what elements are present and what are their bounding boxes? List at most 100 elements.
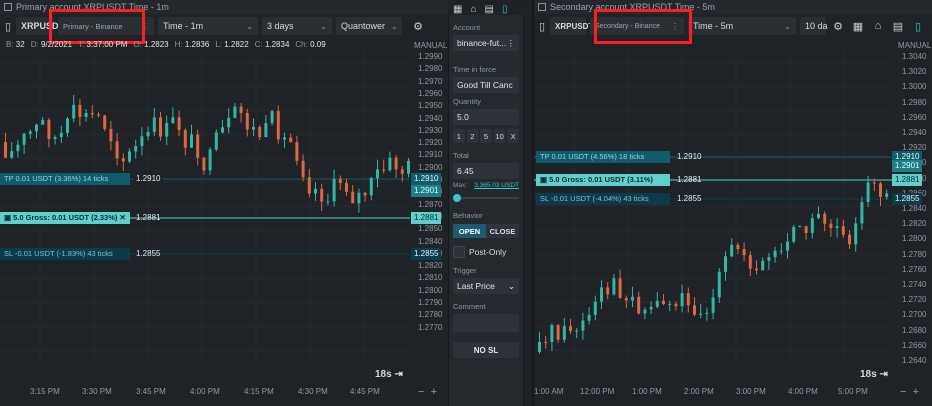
quantity-slider[interactable] [453,193,519,203]
candle-body [854,223,858,245]
qty-preset-5[interactable]: 5 [480,129,492,143]
candle-body [357,192,361,204]
chart-type-icon[interactable]: ▤ [890,18,906,34]
right-sl-order-price: 1.2855 [677,194,702,203]
candle-body [53,137,57,139]
price-tick-label: 1.2870 [418,199,443,209]
candle-body [587,314,591,321]
candle-body [779,250,783,252]
grid-icon[interactable]: ▦ [453,4,462,15]
candle-body [245,112,249,130]
scroll-to-end-icon[interactable]: ⇥ [879,369,887,380]
zoom-out-icon[interactable]: − [900,386,906,398]
candle-body [730,244,734,257]
layout-toggle-icon[interactable]: ▯ [502,4,508,15]
panel-toggle-icon[interactable]: ▯ [538,18,546,34]
open-button[interactable]: OPEN [453,224,486,238]
left-axis-mode[interactable]: MANUAL [414,41,447,50]
right-candlestick-chart[interactable] [534,52,892,382]
candle-body [680,293,684,307]
left-chart-tools-icon[interactable]: ⚙ [410,18,426,34]
left-sl-order-bar[interactable]: SL -0.01 USDT (-1.83%) 43 ticks [0,248,130,260]
candle-body [103,115,107,129]
right-range-dropdown[interactable]: 10 da [800,17,828,35]
left-position-price: 1.2881 [136,213,161,222]
right-axis-mode[interactable]: MANUAL [898,41,931,50]
price-tick-label: 1.2760 [902,264,927,274]
zoom-in-icon[interactable]: + [431,386,437,398]
right-sl-order-bar[interactable]: SL -0.01 USDT (-4.04%) 43 ticks [536,193,670,205]
time-tick-label: 12:00 PM [580,387,615,396]
candle-body [190,134,193,148]
right-chart-tools-icon[interactable]: ⚙ [830,18,846,34]
max-value[interactable]: 3,365.03 USDT [474,182,519,189]
candle-body [28,131,32,134]
chevron-down-icon: ⌄ [320,21,327,31]
candle-body [699,313,703,315]
candle-body [369,178,373,196]
max-row: Max: 3,365.03 USDT [453,182,519,189]
candle-body [314,188,317,194]
price-tick-label: 1.2780 [902,249,927,259]
zoom-in-icon[interactable]: + [913,386,919,398]
right-symbol-selector[interactable]: XRPUSDT [550,17,593,35]
quantity-input[interactable]: 5.0 [453,109,519,125]
cursor-icon[interactable]: ⌂ [470,4,476,15]
left-zoom-controls[interactable]: − + [418,386,437,398]
close-button[interactable]: CLOSE [486,224,519,238]
layout-toggle-icon[interactable]: ▯ [910,18,926,34]
left-tp-order-bar[interactable]: TP 0.01 USDT (3.36%) 14 ticks [0,173,130,185]
left-position-bar[interactable]: ▣ 5.0 Gross: 0.01 USDT (2.33%) ✕ [0,212,130,224]
no-sl-button[interactable]: NO SL [453,342,519,358]
chart-type-icon[interactable]: ▤ [485,4,494,15]
total-input[interactable]: 6.45 [453,163,519,179]
time-tick-label: 1:00 AM [534,387,564,396]
qty-clear-button[interactable]: X [507,129,519,143]
candle-body [363,192,367,196]
candle-body [810,218,814,234]
candle-body [550,325,554,342]
candle-body [338,178,342,184]
zoom-out-icon[interactable]: − [418,386,424,398]
candle-body [761,260,765,271]
comment-input[interactable] [453,314,519,332]
slider-handle[interactable] [453,194,461,202]
post-only-checkbox[interactable] [453,246,465,258]
candle-body [97,114,100,116]
price-tick-label: 1.2850 [418,224,443,234]
candle-body [835,226,839,228]
right-position-bar[interactable]: ▣ 5.0 Gross: 0.01 USDT (3.11%) [536,174,670,186]
right-zoom-controls[interactable]: − + [900,386,919,398]
right-position-price: 1.2881 [677,175,702,184]
left-range-dropdown[interactable]: 3 days ⌄ [262,17,332,35]
account-label: Account [453,23,481,32]
scroll-to-end-icon[interactable]: ⇥ [394,369,402,380]
panel-toggle-icon[interactable]: ▯ [4,18,12,34]
account-selector[interactable]: binance-fut... ⋮ [453,35,519,51]
candle-body [90,113,94,115]
candle-body [593,301,597,315]
grid-icon[interactable]: ▦ [850,18,866,34]
candle-body [326,201,330,203]
price-tick-label: 1.2960 [902,112,927,122]
left-ohlc-bar: B: 32 D: 9/2/2021 T: 3:37:00 PM O: 1.282… [6,40,326,49]
candle-body [705,312,709,314]
post-only-row[interactable]: Post-Only [453,246,519,258]
tif-dropdown[interactable]: Good Till Canc [453,77,519,93]
left-style-dropdown[interactable]: Quantower ⌄ [336,17,402,35]
right-tp-order-price: 1.2910 [677,152,702,161]
candle-body [841,226,845,235]
candle-body [724,256,727,272]
right-tp-order-bar[interactable]: TP 0.01 USDT (4.56%) 18 ticks [536,151,670,163]
left-bar-timer: 18s ⇥ [375,369,403,380]
close-position-icon[interactable]: ✕ [119,213,125,222]
candle-body [606,287,610,295]
cursor-icon[interactable]: ⌂ [870,18,886,34]
left-timeframe-dropdown[interactable]: Time - 1m ⌄ [158,17,258,35]
qty-preset-1[interactable]: 1 [453,129,465,143]
qty-preset-2[interactable]: 2 [466,129,479,143]
trigger-dropdown[interactable]: Last Price ⌄ [453,278,519,294]
right-timeframe-dropdown[interactable]: Time - 5m ⌄ [688,17,796,35]
qty-preset-10[interactable]: 10 [493,129,506,143]
quantity-label: Quantity [453,97,481,106]
